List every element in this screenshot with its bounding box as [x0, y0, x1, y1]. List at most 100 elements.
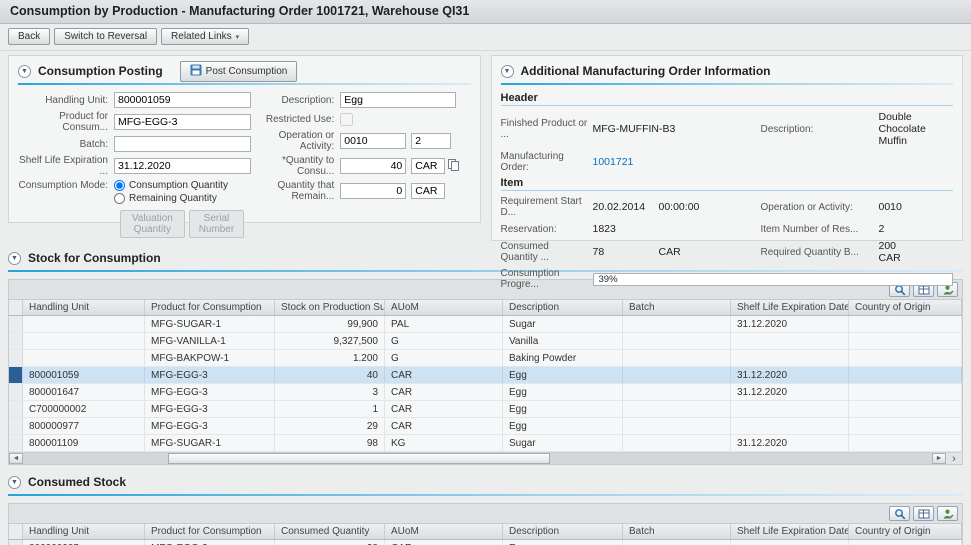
table-row[interactable]: C700000002 MFG-EGG-3 1 CAR Egg: [9, 401, 962, 418]
search-icon[interactable]: [889, 506, 910, 521]
item-number-label: Item Number of Res...: [761, 224, 879, 235]
manufacturing-order-link[interactable]: 1001721: [593, 156, 761, 168]
section-rule: [501, 83, 954, 85]
column-header[interactable]: Description: [503, 524, 623, 539]
stock-horizontal-scrollbar[interactable]: ◄ ► ›: [9, 452, 962, 464]
restricted-use-checkbox[interactable]: [340, 113, 353, 126]
requirement-start-label: Requirement Start D...: [501, 196, 593, 218]
cell-handling-unit: 800000977: [23, 418, 145, 434]
column-header[interactable]: Batch: [623, 300, 731, 315]
personalize-icon[interactable]: [937, 506, 958, 521]
batch-input[interactable]: [114, 136, 251, 152]
column-header[interactable]: Batch: [623, 524, 731, 539]
cell-uom: CAR: [385, 540, 503, 545]
cell-shelf-life: 31.12.2020: [731, 316, 849, 332]
description-input[interactable]: [340, 92, 456, 108]
column-header[interactable]: Consumed Quantity: [275, 524, 385, 539]
consumption-quantity-radio[interactable]: [114, 180, 125, 191]
remaining-quantity-radio[interactable]: [114, 193, 125, 204]
serial-number-button[interactable]: Serial Number: [189, 210, 245, 238]
column-header[interactable]: Product for Consumption: [145, 524, 275, 539]
application-window: Consumption by Production - Manufacturin…: [0, 0, 971, 545]
operation-item-input[interactable]: [411, 133, 451, 149]
column-header[interactable]: AUoM: [385, 524, 503, 539]
export-icon[interactable]: [913, 506, 934, 521]
quantity-to-consume-uom-input[interactable]: [411, 158, 445, 174]
consumed-table-toolbar: [8, 503, 963, 523]
finished-description-value: Double Chocolate Muffin: [879, 111, 954, 147]
collapse-stock-section-icon[interactable]: ▼: [8, 252, 21, 265]
shelf-life-input[interactable]: [114, 158, 251, 174]
product-for-consumption-input[interactable]: [114, 114, 251, 130]
table-row[interactable]: 800001109 MFG-SUGAR-1 98 KG Sugar 31.12.…: [9, 435, 962, 452]
row-selector[interactable]: [9, 333, 23, 349]
quantity-remaining-uom-input[interactable]: [411, 183, 445, 199]
row-selector[interactable]: [9, 418, 23, 434]
table-row[interactable]: 800001647 MFG-EGG-3 3 CAR Egg 31.12.2020: [9, 384, 962, 401]
column-header[interactable]: Description: [503, 300, 623, 315]
quantity-remaining-input[interactable]: [340, 183, 406, 199]
column-header[interactable]: Country of Origin: [849, 300, 962, 315]
cell-quantity: 1.200: [275, 350, 385, 366]
scrollbar-track[interactable]: [23, 453, 932, 464]
column-header[interactable]: Shelf Life Expiration Date: [731, 300, 849, 315]
cell-handling-unit: 800001109: [23, 435, 145, 451]
consumption-posting-title: Consumption Posting: [38, 64, 163, 78]
cell-handling-unit: 800001647: [23, 384, 145, 400]
column-header[interactable]: Shelf Life Expiration Date: [731, 524, 849, 539]
remaining-quantity-option[interactable]: Remaining Quantity: [114, 193, 228, 204]
row-selector[interactable]: [9, 384, 23, 400]
collapse-consumed-section-icon[interactable]: ▼: [8, 476, 21, 489]
scroll-right-icon[interactable]: ►: [932, 453, 946, 464]
finished-product-label: Finished Product or ...: [501, 118, 593, 140]
reservation-value: 1823: [593, 223, 761, 235]
row-selector[interactable]: [9, 350, 23, 366]
collapse-additional-info-icon[interactable]: ▼: [501, 65, 514, 78]
cell-uom: CAR: [385, 401, 503, 417]
switch-to-reversal-label: Switch to Reversal: [64, 31, 147, 42]
cell-quantity: 1: [275, 401, 385, 417]
collapse-consumption-posting-icon[interactable]: ▼: [18, 65, 31, 78]
column-header[interactable]: AUoM: [385, 300, 503, 315]
chevron-right-icon[interactable]: ›: [946, 453, 962, 464]
table-row[interactable]: 800000985 MFG-EGG-3 28 CAR Egg: [9, 540, 962, 545]
switch-to-reversal-button[interactable]: Switch to Reversal: [54, 28, 157, 45]
consumed-stock-section: ▼ Consumed Stock Handling Unit Product f…: [8, 473, 963, 545]
row-selector[interactable]: [9, 540, 23, 545]
post-consumption-button[interactable]: Post Consumption: [180, 61, 298, 82]
cell-quantity: 29: [275, 418, 385, 434]
required-quantity-uom: CAR: [879, 252, 901, 264]
scroll-left-icon[interactable]: ◄: [9, 453, 23, 464]
row-selector[interactable]: [9, 435, 23, 451]
column-header[interactable]: Country of Origin: [849, 524, 962, 539]
consumption-quantity-option[interactable]: Consumption Quantity: [114, 180, 228, 191]
column-header[interactable]: Handling Unit: [23, 524, 145, 539]
column-header[interactable]: Handling Unit: [23, 300, 145, 315]
consumption-progress-bar: 39%: [593, 273, 954, 286]
requirement-start-date: 20.02.2014: [593, 201, 659, 213]
table-row[interactable]: 800000977 MFG-EGG-3 29 CAR Egg: [9, 418, 962, 435]
cell-country: [849, 384, 962, 400]
table-row-selected[interactable]: 800001059 MFG-EGG-3 40 CAR Egg 31.12.202…: [9, 367, 962, 384]
row-selector[interactable]: [9, 316, 23, 332]
related-links-button[interactable]: Related Links▾: [161, 28, 249, 45]
operation-input[interactable]: [340, 133, 406, 149]
quantity-to-consume-input[interactable]: [340, 158, 406, 174]
column-header[interactable]: Stock on Production Supply...: [275, 300, 385, 315]
table-row[interactable]: MFG-BAKPOW-1 1.200 G Baking Powder: [9, 350, 962, 367]
cell-quantity: 99,900: [275, 316, 385, 332]
table-row[interactable]: MFG-VANILLA-1 9,327,500 G Vanilla: [9, 333, 962, 350]
row-selector[interactable]: [9, 401, 23, 417]
cell-description: Egg: [503, 418, 623, 434]
column-header[interactable]: Product for Consumption: [145, 300, 275, 315]
valuation-quantity-button[interactable]: Valuation Quantity: [120, 210, 185, 238]
cell-batch: [623, 333, 731, 349]
row-selector[interactable]: [9, 367, 23, 383]
cell-country: [849, 333, 962, 349]
copy-icon[interactable]: [448, 159, 459, 174]
cell-shelf-life: [731, 333, 849, 349]
handling-unit-input[interactable]: [114, 92, 251, 108]
back-button[interactable]: Back: [8, 28, 50, 45]
scrollbar-thumb[interactable]: [168, 453, 550, 464]
table-row[interactable]: MFG-SUGAR-1 99,900 PAL Sugar 31.12.2020: [9, 316, 962, 333]
